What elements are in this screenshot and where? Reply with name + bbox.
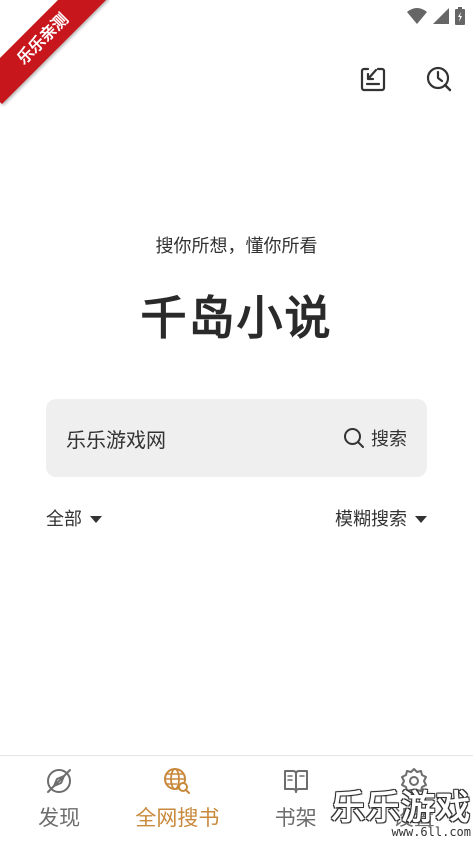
nav-label-search-all: 全网搜书 <box>135 806 220 830</box>
nav-item-search-all[interactable]: 全网搜书 <box>118 756 236 842</box>
search-box: 搜索 <box>46 399 427 477</box>
import-icon <box>360 67 386 92</box>
search-button-label: 搜索 <box>371 429 407 450</box>
scope-dropdown[interactable]: 全部 <box>46 505 102 531</box>
nav-label-bookshelf: 书架 <box>274 806 317 830</box>
ribbon-text: 乐乐亲测 <box>0 0 109 105</box>
mode-label: 模糊搜索 <box>335 509 407 530</box>
compass-icon <box>47 769 72 793</box>
wifi-icon <box>407 8 427 24</box>
globe-search-icon <box>164 768 191 794</box>
book-icon <box>283 770 308 793</box>
caret-down-icon <box>90 515 102 523</box>
history-button[interactable] <box>424 64 454 94</box>
signal-icon <box>433 8 449 24</box>
mode-dropdown[interactable]: 模糊搜索 <box>335 505 427 531</box>
slogan: 搜你所想，懂你所看 <box>155 236 318 257</box>
watermark: 乐乐游戏 www.6ll.com <box>331 790 471 838</box>
history-icon <box>426 66 452 92</box>
nav-label-discover: 发现 <box>38 806 81 830</box>
search-input[interactable] <box>66 399 306 477</box>
battery-icon <box>455 7 465 25</box>
search-button[interactable]: 搜索 <box>343 399 407 477</box>
caret-down-icon <box>415 515 427 523</box>
scope-label: 全部 <box>46 509 82 530</box>
import-button[interactable] <box>358 64 388 94</box>
search-icon <box>344 428 364 448</box>
app-title: 千岛小说 <box>140 291 333 345</box>
nav-item-discover[interactable]: 发现 <box>0 756 118 842</box>
watermark-text: 乐乐游戏 <box>331 788 471 828</box>
corner-ribbon: 乐乐亲测 <box>0 0 110 110</box>
